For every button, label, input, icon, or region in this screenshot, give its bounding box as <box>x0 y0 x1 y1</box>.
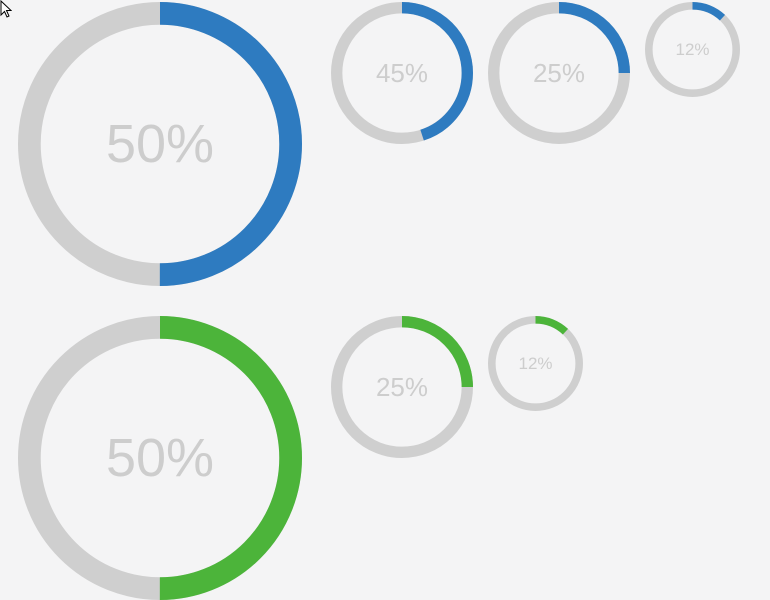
progress-ring-green-25: 25% <box>331 316 473 458</box>
progress-ring-green-12: 12% <box>487 315 584 412</box>
progress-ring-blue-25: 25% <box>488 2 630 144</box>
progress-label: 50% <box>105 114 215 174</box>
progress-label: 12% <box>518 353 553 373</box>
progress-ring-blue-12: 12% <box>644 1 741 98</box>
progress-label: 45% <box>375 57 429 88</box>
progress-label: 50% <box>105 428 215 488</box>
progress-ring-green-50: 50% <box>18 316 302 600</box>
arrow-cursor-icon <box>0 0 12 18</box>
progress-ring-blue-50: 50% <box>18 2 302 286</box>
progress-label: 25% <box>375 371 429 402</box>
progress-ring-blue-45: 45% <box>331 2 473 144</box>
progress-label: 25% <box>532 57 586 88</box>
progress-label: 12% <box>675 39 710 59</box>
